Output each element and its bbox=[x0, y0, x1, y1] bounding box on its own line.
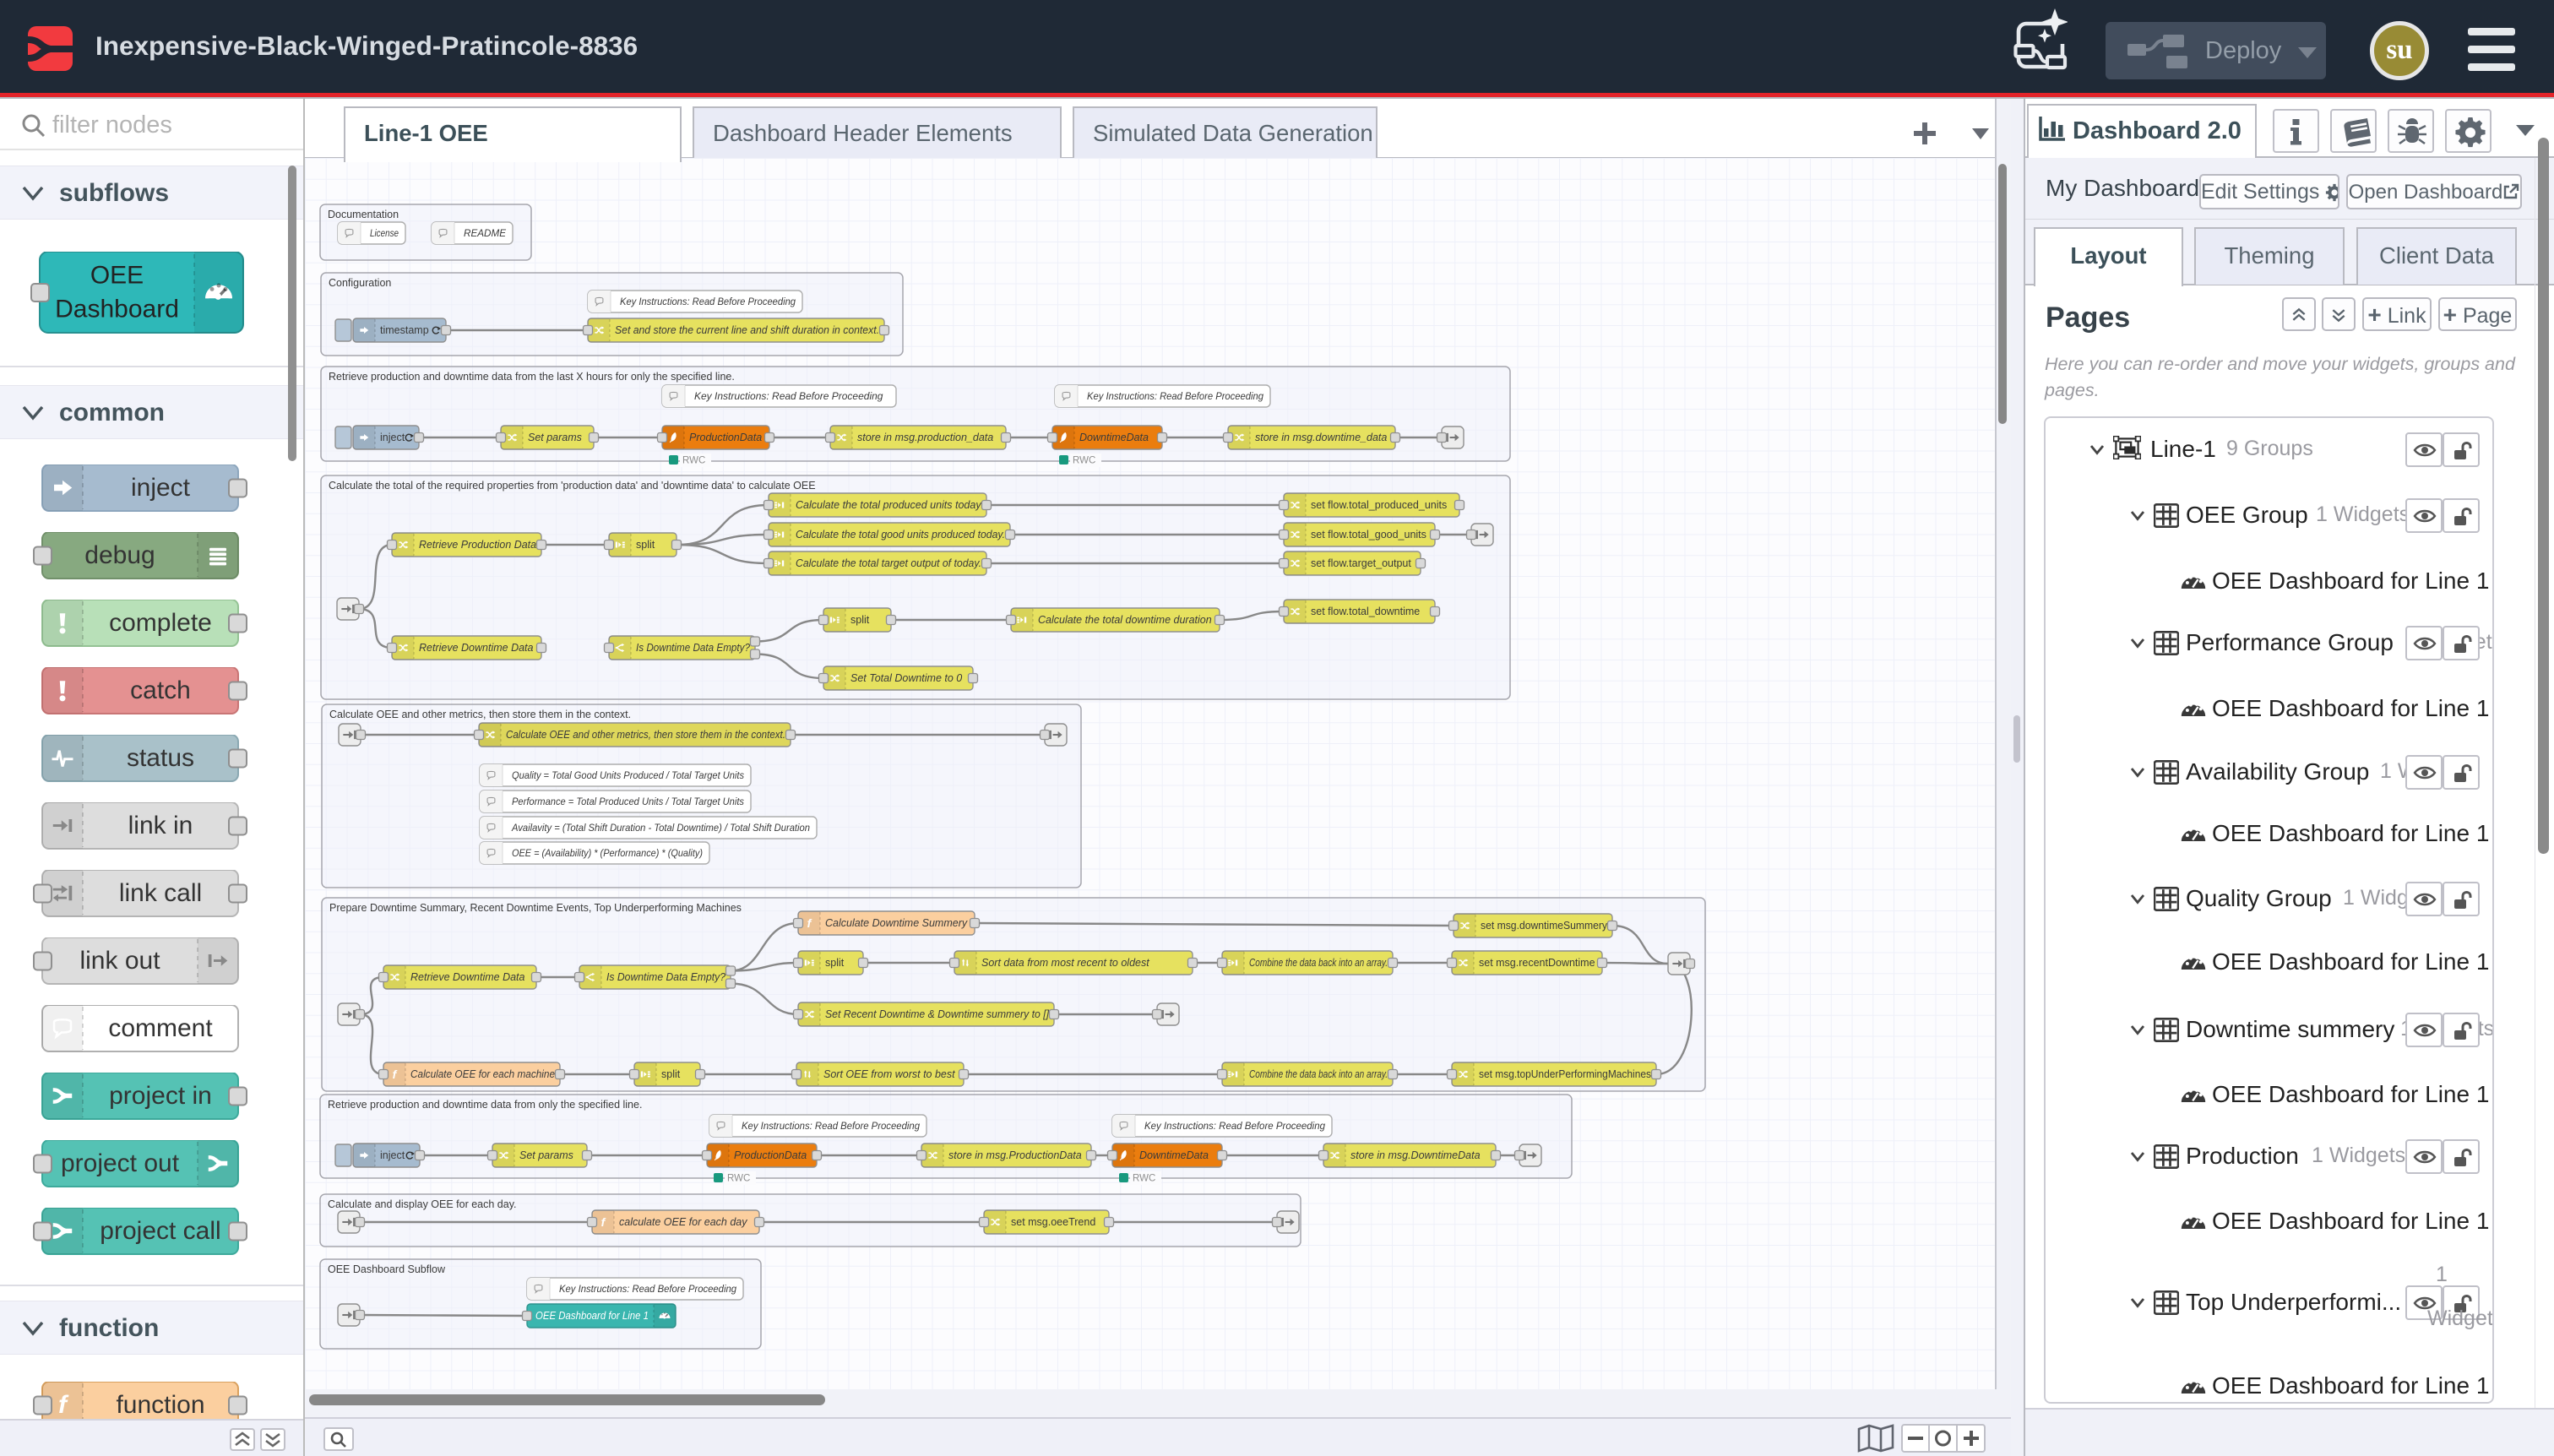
svg-text:project in: project in bbox=[109, 1082, 212, 1110]
svg-text:Retrieve Production Data: Retrieve Production Data bbox=[419, 539, 536, 551]
svg-text:set flow.total_good_units: set flow.total_good_units bbox=[1311, 529, 1426, 541]
svg-text:Retrieve Downtime Data: Retrieve Downtime Data bbox=[419, 642, 534, 654]
svg-text:project call: project call bbox=[100, 1217, 220, 1245]
svg-text:Calculate the total downtime d: Calculate the total downtime duration bbox=[1038, 614, 1212, 626]
svg-text:Sort data from most recent to: Sort data from most recent to oldest bbox=[981, 957, 1149, 969]
svg-text:DowntimeData: DowntimeData bbox=[1139, 1149, 1209, 1161]
svg-text:set msg.recentDowntime: set msg.recentDowntime bbox=[1479, 957, 1595, 969]
svg-text:set msg.downtimeSummery: set msg.downtimeSummery bbox=[1481, 920, 1608, 932]
svg-text:Calculate the total good units: Calculate the total good units produced … bbox=[796, 529, 1005, 541]
svg-text:Key Instructions: Read Before: Key Instructions: Read Before Proceeding bbox=[742, 1120, 920, 1132]
svg-text:store in msg.production_data: store in msg.production_data bbox=[857, 432, 993, 443]
svg-text:Key Instructions: Read Before: Key Instructions: Read Before Proceeding bbox=[559, 1283, 736, 1295]
svg-text:Key Instructions: Read Before: Key Instructions: Read Before Proceeding bbox=[694, 390, 883, 402]
svg-text:Calculate the total of the req: Calculate the total of the required prop… bbox=[329, 480, 816, 492]
svg-text:Combine the data back into an: Combine the data back into an array. bbox=[1249, 1068, 1388, 1080]
svg-text:Prepare Downtime Summary, Rece: Prepare Downtime Summary, Recent Downtim… bbox=[329, 902, 742, 914]
svg-text:Calculate Downtime Summery: Calculate Downtime Summery bbox=[825, 917, 968, 929]
svg-text:RWC: RWC bbox=[1133, 1174, 1155, 1184]
svg-text:store in msg.ProductionData: store in msg.ProductionData bbox=[948, 1149, 1082, 1161]
svg-text:Key Instructions: Read Before: Key Instructions: Read Before Proceeding bbox=[1087, 390, 1263, 402]
svg-text:Key Instructions: Read Before: Key Instructions: Read Before Proceeding bbox=[620, 296, 796, 307]
svg-text:project out: project out bbox=[61, 1149, 180, 1177]
svg-text:Retrieve Downtime Data: Retrieve Downtime Data bbox=[410, 971, 525, 983]
svg-text:Key Instructions: Read Before: Key Instructions: Read Before Proceeding bbox=[1144, 1120, 1325, 1132]
svg-text:Calculate the total target out: Calculate the total target output of tod… bbox=[796, 557, 981, 569]
svg-text:OEE: OEE bbox=[90, 262, 144, 290]
svg-text:RWC: RWC bbox=[682, 456, 705, 466]
svg-text:Dashboard: Dashboard bbox=[55, 296, 179, 323]
svg-text:Set Recent Downtime & Downtime: Set Recent Downtime & Downtime summery t… bbox=[825, 1008, 1050, 1020]
svg-text:Set Total Downtime to 0: Set Total Downtime to 0 bbox=[850, 672, 962, 684]
svg-text:Set params: Set params bbox=[519, 1149, 573, 1161]
svg-text:Combine the data back into an: Combine the data back into an array. bbox=[1249, 957, 1388, 969]
svg-text:DowntimeData: DowntimeData bbox=[1079, 432, 1149, 443]
svg-text:RWC: RWC bbox=[1073, 456, 1095, 466]
svg-text:set msg.topUnderPerformingMach: set msg.topUnderPerformingMachines bbox=[1479, 1068, 1651, 1080]
svg-text:OEE = (Availability) * (Perfor: OEE = (Availability) * (Performance) * (… bbox=[512, 847, 703, 859]
svg-text:Availavity = (Total Shift Dura: Availavity = (Total Shift Duration - Tot… bbox=[511, 822, 810, 834]
svg-text:function: function bbox=[116, 1391, 204, 1419]
svg-text:Calculate and display OEE for: Calculate and display OEE for each day. bbox=[328, 1198, 517, 1210]
svg-text:Calculate OEE for each machine: Calculate OEE for each machine bbox=[410, 1068, 555, 1080]
svg-text:Configuration: Configuration bbox=[329, 277, 391, 289]
svg-text:License: License bbox=[370, 227, 399, 239]
svg-text:Is Downtime Data Empty?: Is Downtime Data Empty? bbox=[606, 971, 725, 983]
svg-text:Sort OEE from worst to best: Sort OEE from worst to best bbox=[823, 1068, 955, 1080]
svg-text:Calculate OEE and other metric: Calculate OEE and other metrics, then st… bbox=[506, 729, 785, 741]
svg-text:catch: catch bbox=[130, 676, 191, 704]
svg-text:store in msg.DowntimeData: store in msg.DowntimeData bbox=[1350, 1149, 1481, 1161]
svg-text:Documentation: Documentation bbox=[328, 209, 399, 220]
svg-text:timestamp: timestamp bbox=[380, 324, 429, 336]
svg-text:OEE Dashboard Subflow: OEE Dashboard Subflow bbox=[328, 1263, 446, 1275]
svg-text:Set and store the current line: Set and store the current line and shift… bbox=[615, 324, 879, 336]
svg-text:complete: complete bbox=[109, 609, 212, 637]
svg-text:RWC: RWC bbox=[727, 1174, 750, 1184]
svg-text:ProductionData: ProductionData bbox=[734, 1149, 807, 1161]
svg-text:inject: inject bbox=[131, 474, 191, 502]
svg-text:store in msg.downtime_data: store in msg.downtime_data bbox=[1255, 432, 1387, 443]
svg-text:set flow.total_downtime: set flow.total_downtime bbox=[1311, 606, 1420, 617]
svg-text:debug: debug bbox=[84, 541, 155, 569]
svg-text:Calculate the total produced u: Calculate the total produced units today bbox=[796, 499, 981, 511]
svg-text:inject: inject bbox=[380, 1149, 405, 1161]
svg-text:link in: link in bbox=[128, 812, 193, 839]
svg-text:split: split bbox=[825, 957, 845, 969]
svg-text:split: split bbox=[850, 614, 870, 626]
svg-text:Quality = Total Good Units Pro: Quality = Total Good Units Produced / To… bbox=[512, 769, 744, 781]
svg-text:inject: inject bbox=[380, 432, 405, 443]
svg-text:Is Downtime Data Empty?: Is Downtime Data Empty? bbox=[636, 642, 750, 654]
svg-text:split: split bbox=[636, 539, 655, 551]
svg-text:README: README bbox=[464, 227, 507, 239]
svg-text:ProductionData: ProductionData bbox=[689, 432, 762, 443]
svg-text:OEE Dashboard for Line 1: OEE Dashboard for Line 1 bbox=[535, 1310, 649, 1322]
svg-text:link out: link out bbox=[79, 947, 160, 975]
svg-text:split: split bbox=[661, 1068, 681, 1080]
svg-text:Performance = Total Produced U: Performance = Total Produced Units / Tot… bbox=[512, 796, 744, 807]
svg-text:set flow.target_output: set flow.target_output bbox=[1311, 557, 1411, 569]
svg-text:set flow.total_produced_units: set flow.total_produced_units bbox=[1311, 499, 1447, 511]
svg-text:set msg.oeeTrend: set msg.oeeTrend bbox=[1011, 1216, 1095, 1228]
svg-text:link call: link call bbox=[119, 879, 202, 907]
svg-text:Retrieve production and downti: Retrieve production and downtime data fr… bbox=[328, 1099, 642, 1111]
svg-text:comment: comment bbox=[108, 1014, 213, 1042]
svg-text:Set params: Set params bbox=[528, 432, 582, 443]
svg-text:Calculate OEE and other metric: Calculate OEE and other metrics, then st… bbox=[329, 709, 631, 720]
svg-text:calculate OEE for each day: calculate OEE for each day bbox=[619, 1216, 747, 1228]
svg-text:Retrieve production and downti: Retrieve production and downtime data fr… bbox=[329, 371, 735, 383]
svg-text:status: status bbox=[127, 744, 194, 772]
